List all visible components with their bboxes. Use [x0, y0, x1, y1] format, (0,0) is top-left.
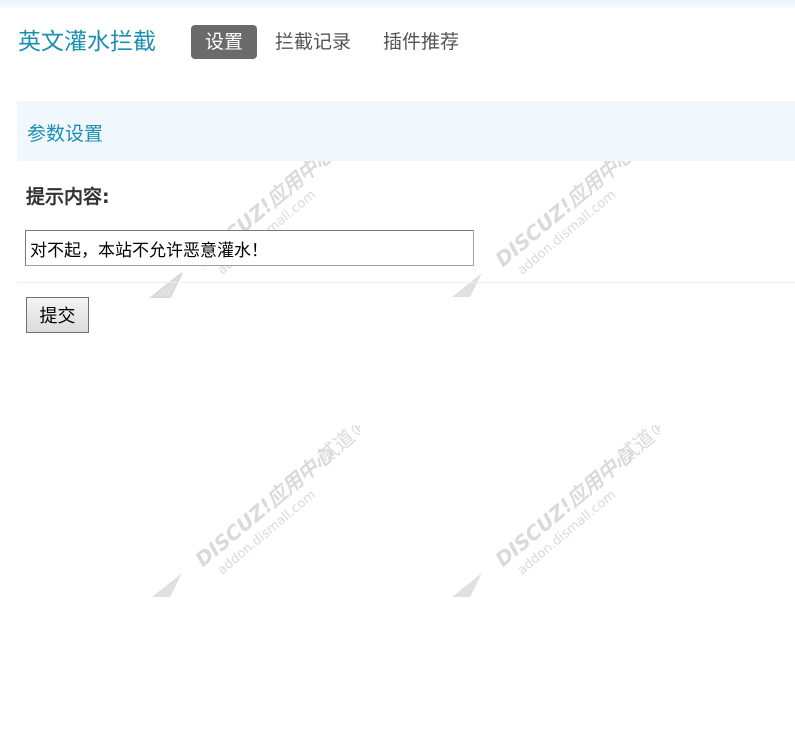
- section-title: 参数设置: [27, 123, 104, 145]
- plugin-settings-page: DISCUZ!应用中心 addon.dismall.com 贰道® DISCUZ…: [0, 0, 795, 743]
- watermark-text-3: 贰道®: [613, 425, 660, 469]
- divider: [17, 282, 795, 283]
- submit-button[interactable]: 提交: [26, 297, 89, 333]
- section-header: 参数设置: [17, 101, 795, 161]
- watermark-text-1: DISCUZ!应用中心: [191, 441, 340, 571]
- watermark-text-2: addon.dismall.com: [515, 187, 619, 278]
- watermark-text-1: DISCUZ!应用中心: [491, 441, 640, 571]
- watermark-logo: DISCUZ!应用中心 addon.dismall.com 贰道®: [152, 425, 360, 597]
- watermark-text-3: 贰道®: [313, 425, 360, 469]
- prompt-content-label: 提示内容:: [26, 186, 110, 208]
- prompt-content-input[interactable]: [25, 230, 474, 266]
- tab-settings[interactable]: 设置: [191, 25, 258, 59]
- watermark-text-2: addon.dismall.com: [215, 487, 319, 578]
- top-shade: [0, 0, 795, 10]
- nav-tabs: 设置 拦截记录 插件推荐: [191, 25, 477, 59]
- header: 英文灌水拦截 设置 拦截记录 插件推荐: [18, 25, 477, 59]
- tab-intercept-log[interactable]: 拦截记录: [261, 25, 365, 59]
- tab-recommended-plugins[interactable]: 插件推荐: [369, 25, 473, 59]
- watermark-text-2: addon.dismall.com: [515, 487, 619, 578]
- app-title: 英文灌水拦截: [18, 29, 156, 55]
- watermark-logo: DISCUZ!应用中心 addon.dismall.com 贰道®: [452, 425, 660, 597]
